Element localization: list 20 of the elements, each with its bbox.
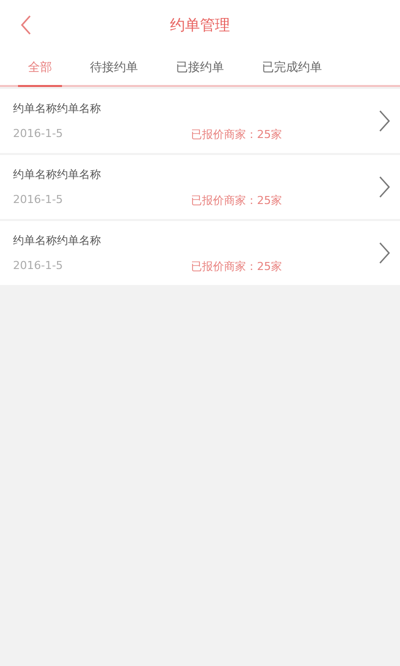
order-date: 2016-1-5 (13, 126, 64, 142)
page-title: 约单管理 (170, 16, 230, 34)
tab[interactable]: 已完成约单 (252, 50, 332, 87)
order-name: 约单名称约单名称 (13, 100, 102, 116)
chevron-right-icon (379, 242, 390, 264)
quote-count: 已报价商家：25家 (191, 192, 282, 208)
order-date: 2016-1-5 (13, 258, 64, 274)
quote-count: 已报价商家：25家 (191, 258, 282, 274)
tab[interactable]: 待接约单 (80, 50, 148, 87)
chevron-right-icon (379, 110, 390, 132)
tab[interactable]: 已接约单 (166, 50, 234, 87)
chevron-right-icon (379, 176, 390, 198)
quote-count: 已报价商家：25家 (191, 126, 282, 142)
order-row[interactable]: 约单名称约单名称 2016-1-5 已报价商家：25家 (0, 155, 400, 219)
order-name: 约单名称约单名称 (13, 166, 102, 182)
order-row[interactable]: 约单名称约单名称 2016-1-5 已报价商家：25家 (0, 221, 400, 285)
back-icon[interactable] (20, 15, 32, 35)
order-date: 2016-1-5 (13, 192, 64, 208)
order-row[interactable]: 约单名称约单名称 2016-1-5 已报价商家：25家 (0, 89, 400, 153)
order-name: 约单名称约单名称 (13, 232, 102, 248)
